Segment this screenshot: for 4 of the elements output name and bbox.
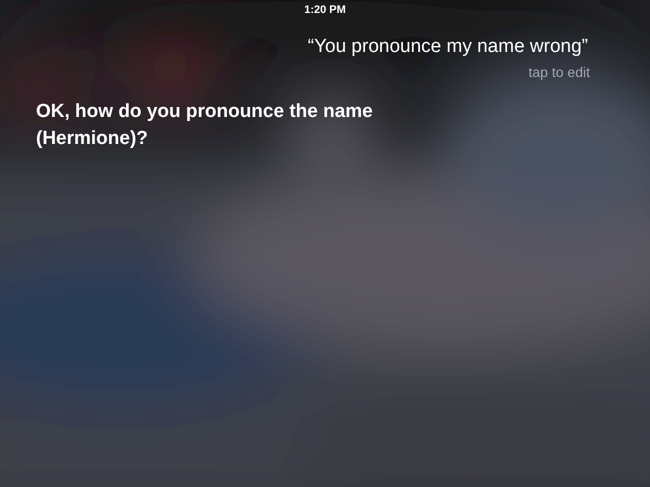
- siri-response: OK, how do you pronounce the name (Hermione)?: [36, 100, 374, 151]
- user-utterance[interactable]: “You pronounce my name wrong”: [308, 36, 588, 58]
- status-time: 1:20 PM: [304, 4, 346, 16]
- tap-to-edit-hint[interactable]: tap to edit: [528, 64, 590, 80]
